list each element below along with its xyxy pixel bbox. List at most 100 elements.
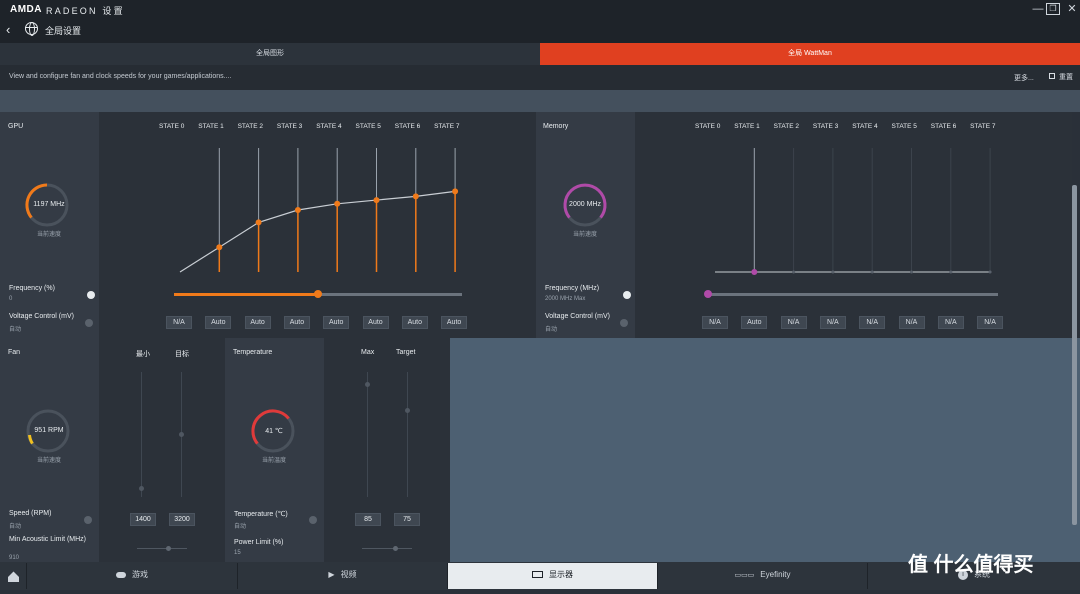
memory-state-3-header: STATE 3 xyxy=(812,123,839,130)
gpu-title: GPU xyxy=(8,123,24,130)
fan-target-header: 目标 xyxy=(175,351,189,358)
gpu-voltage-toggle[interactable] xyxy=(85,319,93,327)
memory-voltage-state-2[interactable]: N/A xyxy=(780,316,807,329)
memory-voltage-state-6[interactable]: N/A xyxy=(937,316,964,329)
temperature-slider-panel xyxy=(324,338,450,506)
fan-speed-toggle[interactable] xyxy=(84,516,92,524)
gpu-frequency-fill xyxy=(174,293,318,296)
home-button[interactable] xyxy=(0,563,27,589)
bottom-tab-gaming-label: 游戏 xyxy=(132,570,148,579)
memory-state-4-header: STATE 4 xyxy=(852,123,878,130)
bottom-tab-gaming[interactable]: 游戏 xyxy=(27,563,238,589)
temperature-max-thumb[interactable] xyxy=(365,382,370,387)
globe-icon xyxy=(25,22,38,36)
gpu-state-4-point[interactable] xyxy=(334,200,341,207)
memory-state-7-point[interactable] xyxy=(988,270,992,274)
temperature-target-thumb[interactable] xyxy=(405,408,410,413)
memory-clock-curve[interactable] xyxy=(705,138,1005,278)
gpu-curve-line xyxy=(179,190,456,273)
bottom-tab-eyefinity-label: Eyefinity xyxy=(760,570,791,579)
memory-state-1-point[interactable] xyxy=(751,269,758,275)
memory-state-6-header: STATE 6 xyxy=(930,123,957,130)
scrollbar[interactable] xyxy=(1072,185,1077,525)
gpu-state-2-point[interactable] xyxy=(255,219,262,226)
memory-state-2-point[interactable] xyxy=(792,270,796,274)
minimize-icon[interactable]: — xyxy=(1030,2,1046,16)
tab-global-graphics[interactable]: 全局图形 xyxy=(0,43,540,65)
gpu-voltage-state-4[interactable]: Auto xyxy=(323,316,350,329)
memory-voltage-value: 自动 xyxy=(545,327,558,333)
gpu-frequency-thumb[interactable] xyxy=(314,290,322,298)
gpu-voltage-label: Voltage Control (mV) xyxy=(9,313,74,320)
bottom-tab-eyefinity[interactable]: ▭▭▭ Eyefinity xyxy=(658,563,868,589)
power-limit-track[interactable] xyxy=(362,548,412,549)
temperature-target-input[interactable]: 75 xyxy=(394,513,420,526)
memory-voltage-toggle[interactable] xyxy=(620,319,628,327)
more-button[interactable]: 更多... xyxy=(1014,73,1034,83)
fan-title: Fan xyxy=(8,349,21,356)
gpu-voltage-state-7[interactable]: Auto xyxy=(441,316,468,329)
title-bar xyxy=(0,0,1080,18)
gpu-voltage-state-3[interactable]: Auto xyxy=(283,316,310,329)
fan-acoustic-value: 910 xyxy=(9,555,20,561)
gamepad-icon xyxy=(116,571,126,578)
eyefinity-icon: ▭▭▭ xyxy=(734,572,755,579)
gpu-voltage-state-0[interactable]: N/A xyxy=(166,316,192,329)
tab-global-wattman[interactable]: 全局 WattMan xyxy=(540,43,1080,65)
gpu-state-0-header: STATE 0 xyxy=(159,123,185,130)
gpu-voltage-state-6[interactable]: Auto xyxy=(401,316,428,329)
fan-acoustic-thumb[interactable] xyxy=(166,546,171,551)
fan-min-input[interactable]: 1400 xyxy=(130,513,156,526)
gpu-state-7-header: STATE 7 xyxy=(434,123,460,130)
temperature-max-input[interactable]: 85 xyxy=(355,513,381,526)
memory-voltage-state-7[interactable]: N/A xyxy=(977,316,1004,329)
fan-target-thumb[interactable] xyxy=(179,432,184,437)
memory-voltage-state-4[interactable]: N/A xyxy=(859,316,886,329)
close-icon[interactable]: ✕ xyxy=(1064,2,1080,16)
gpu-voltage-state-2[interactable]: Auto xyxy=(244,316,271,329)
temperature-target-track[interactable] xyxy=(407,372,408,497)
gpu-state-3-point[interactable] xyxy=(294,207,301,213)
back-icon[interactable]: ‹ xyxy=(6,22,10,37)
memory-voltage-state-1[interactable]: Auto xyxy=(741,316,768,329)
fan-min-thumb[interactable] xyxy=(139,486,144,491)
power-limit-value: 15 xyxy=(234,550,241,556)
gpu-clock-curve[interactable] xyxy=(170,138,470,278)
memory-frequency-track[interactable] xyxy=(708,293,998,296)
memory-voltage-state-3[interactable]: N/A xyxy=(819,316,846,329)
gpu-state-7-point[interactable] xyxy=(452,188,459,195)
memory-state-4-point[interactable] xyxy=(870,270,874,274)
gpu-frequency-toggle[interactable] xyxy=(87,291,95,299)
memory-frequency-thumb[interactable] xyxy=(704,290,712,298)
bottom-tab-video[interactable]: ▶ 视频 xyxy=(238,563,448,589)
memory-state-6-point[interactable] xyxy=(949,270,953,274)
fan-acoustic-label: Min Acoustic Limit (MHz) xyxy=(9,536,87,543)
gpu-frequency-label: Frequency (%) xyxy=(9,285,55,292)
gpu-voltage-state-1[interactable]: Auto xyxy=(205,316,232,329)
memory-state-headers: STATE 0 STATE 1 STATE 2 STATE 3 STATE 4 STATE… xyxy=(695,123,1015,133)
memory-frequency-toggle[interactable] xyxy=(623,291,631,299)
memory-frequency-slider-row xyxy=(635,282,1072,310)
memory-state-5-point[interactable] xyxy=(910,270,913,274)
fan-acoustic-track[interactable] xyxy=(137,548,187,549)
gpu-state-1-point[interactable] xyxy=(216,244,223,251)
power-limit-label: Power Limit (%) xyxy=(234,539,284,546)
memory-state-3-point[interactable] xyxy=(831,270,835,274)
background-desktop xyxy=(450,338,1080,562)
fan-target-input[interactable]: 3200 xyxy=(169,513,195,526)
memory-voltage-state-5[interactable]: N/A xyxy=(898,316,925,329)
temperature-toggle[interactable] xyxy=(309,516,317,524)
power-limit-thumb[interactable] xyxy=(393,546,398,551)
temperature-title: Temperature xyxy=(233,349,273,356)
memory-voltage-inputs-row xyxy=(635,310,1072,338)
fan-min-track[interactable] xyxy=(141,372,142,497)
gpu-voltage-state-5[interactable]: Auto xyxy=(362,316,389,329)
gpu-state-6-point[interactable] xyxy=(412,193,419,200)
reset-button[interactable]: 重置 xyxy=(1049,72,1073,82)
restore-icon[interactable]: ❐ xyxy=(1046,3,1060,15)
gpu-state-5-point[interactable] xyxy=(373,197,380,204)
temperature-max-track[interactable] xyxy=(367,372,368,497)
bottom-tab-display[interactable]: 显示器 xyxy=(448,563,658,589)
memory-voltage-state-0[interactable]: N/A xyxy=(702,316,728,329)
gpu-state-1-header: STATE 1 xyxy=(198,123,224,130)
